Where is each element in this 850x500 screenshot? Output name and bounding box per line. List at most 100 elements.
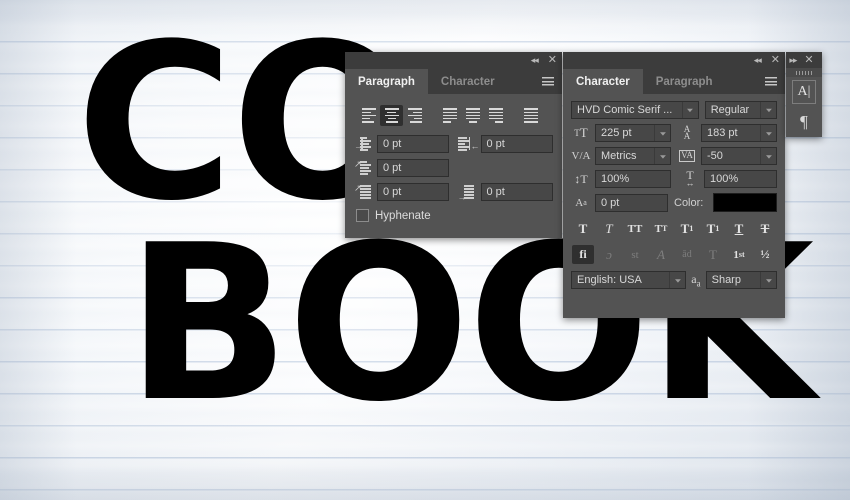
justify-last-right-icon [488,108,503,123]
panel-menu-button[interactable] [534,69,562,94]
chevron-down-icon [654,125,670,141]
space-before-input[interactable]: 0 pt [377,183,449,201]
font-style-select[interactable]: Regular [704,101,777,119]
discretionary-ligatures-button[interactable]: st [624,245,646,264]
chevron-down-icon [760,148,776,164]
align-left-button[interactable] [357,105,380,126]
close-icon[interactable]: ✕ [804,54,813,66]
contextual-alternates-button[interactable]: ɔ [598,245,620,264]
space-after-group: → 0 pt [458,183,554,202]
justify-last-center-icon [465,108,480,123]
language-select[interactable]: English: USA [571,271,687,289]
dock-character-button[interactable]: A| [786,77,822,107]
space-before-group: ↗ 0 pt [354,183,450,201]
anti-alias-icon: aa [691,271,701,289]
tab-paragraph[interactable]: Paragraph [345,69,428,94]
color-label: Color: [674,196,704,209]
justify-all-button[interactable] [519,105,542,126]
expand-icon[interactable]: ▸▸ [789,55,797,65]
faux-italic-button[interactable]: T [598,219,620,238]
anti-aliasing-select[interactable]: Sharp [705,271,777,289]
horizontal-scale-input[interactable]: 100% [704,170,777,188]
justify-last-center-button[interactable] [461,105,484,126]
justify-last-left-icon [442,108,457,123]
indent-right-margin-input[interactable]: 0 pt [480,135,553,153]
tab-character[interactable]: Character [563,69,643,94]
vertical-scale-icon: ↕T [574,171,588,186]
indent-first-line-row: ↗ 0 pt [354,159,553,177]
character-panel-icon: A| [792,80,816,104]
font-family-select[interactable]: HVD Comic Serif ... [571,101,699,119]
chevron-down-icon [654,148,670,164]
faux-bold-button[interactable]: T [572,219,594,238]
small-caps-button[interactable]: TT [650,219,672,238]
vertical-scale-input[interactable]: 100% [595,170,671,188]
indent-margins-row: → 0 pt ← 0 pt [354,135,553,153]
spacing-row: ↗ 0 pt → 0 pt [354,183,554,202]
tab-character[interactable]: Character [428,69,508,94]
panel-menu-button[interactable] [757,69,785,94]
stylistic-alternates-button[interactable]: T [702,245,724,264]
scale-row: ↕T 100% T ↔ 100% [571,167,777,189]
indent-left-icon: → [354,136,372,152]
kerning-tracking-row: V/A Metrics VA -50 [571,147,777,165]
hamburger-menu-icon [542,77,554,86]
align-right-button[interactable] [403,105,426,126]
fractions-button[interactable]: ½ [754,245,776,264]
character-panel: ◂◂ ✕ Character Paragraph HVD Comic Serif… [563,52,785,318]
leading-input[interactable]: 183 pt [701,124,777,142]
tab-paragraph[interactable]: Paragraph [643,69,726,94]
photoshop-canvas: CO BOOK ◂◂ ✕ Paragraph Character → 0 pt … [0,0,850,500]
hyphenate-checkbox[interactable] [356,209,369,222]
all-caps-button[interactable]: TT [624,219,646,238]
dock-paragraph-button[interactable]: ¶ [786,107,822,137]
paragraph-alignment-group [357,105,553,126]
font-style-buttons-row: T T TT TT T1 T1 T T [572,219,776,238]
paragraph-panel-body: → 0 pt ← 0 pt ↗ 0 pt ↗ 0 pt → 0 pt Hyphe… [345,94,562,231]
space-after-input[interactable]: 0 pt [480,183,553,201]
indent-first-line-group: ↗ 0 pt [354,159,458,177]
indent-left-margin-input[interactable]: 0 pt [377,135,449,153]
indent-first-line-input[interactable]: 0 pt [377,159,449,177]
horizontal-scale-icon: T ↔ [685,167,695,189]
justify-last-right-button[interactable] [484,105,507,126]
font-size-icon: TT [574,125,588,140]
indent-right-margin-group: ← 0 pt [457,135,554,153]
kerning-icon: V/A [571,150,591,162]
oldstyle-button[interactable]: ād [676,245,698,264]
dock-grip-handle[interactable] [786,68,822,77]
baseline-shift-group: Aa 0 pt [571,193,668,212]
swash-button[interactable]: A [650,245,672,264]
collapsed-dock-panel: ▸▸ ✕ A| ¶ [786,52,822,137]
font-size-group: TT 225 pt [571,124,671,142]
underline-button[interactable]: T [728,219,750,238]
standard-ligatures-button[interactable]: fi [572,245,594,264]
vertical-scale-group: ↕T 100% [571,170,671,188]
font-size-input[interactable]: 225 pt [595,124,671,142]
hamburger-menu-icon [765,77,777,86]
align-center-button[interactable] [380,105,403,126]
kerning-input[interactable]: Metrics [595,147,671,165]
tracking-group: VA -50 [677,147,777,165]
chevron-down-icon [760,102,776,118]
subscript-button[interactable]: T1 [702,219,724,238]
hyphenate-label: Hyphenate [375,209,431,222]
chevron-down-icon [669,272,685,288]
collapse-icon[interactable]: ◂◂ [754,56,762,65]
leading-icon: AA [683,123,691,141]
tracking-input[interactable]: -50 [701,147,777,165]
ordinals-button[interactable]: 1st [728,245,750,264]
hyphenate-row[interactable]: Hyphenate [356,209,553,222]
strikethrough-button[interactable]: T [754,219,776,238]
indent-first-line-icon: ↗ [354,160,372,176]
paragraph-panel-tabs: Paragraph Character [345,69,562,94]
color-swatch[interactable] [713,193,777,212]
horizontal-scale-group: T ↔ 100% [677,167,777,189]
collapse-icon[interactable]: ◂◂ [531,56,539,65]
superscript-button[interactable]: T1 [676,219,698,238]
baseline-shift-input[interactable]: 0 pt [595,193,668,212]
close-icon[interactable]: ✕ [548,55,557,66]
justify-last-left-button[interactable] [438,105,461,126]
size-leading-row: TT 225 pt AA 183 pt [571,124,777,142]
close-icon[interactable]: ✕ [771,55,780,66]
